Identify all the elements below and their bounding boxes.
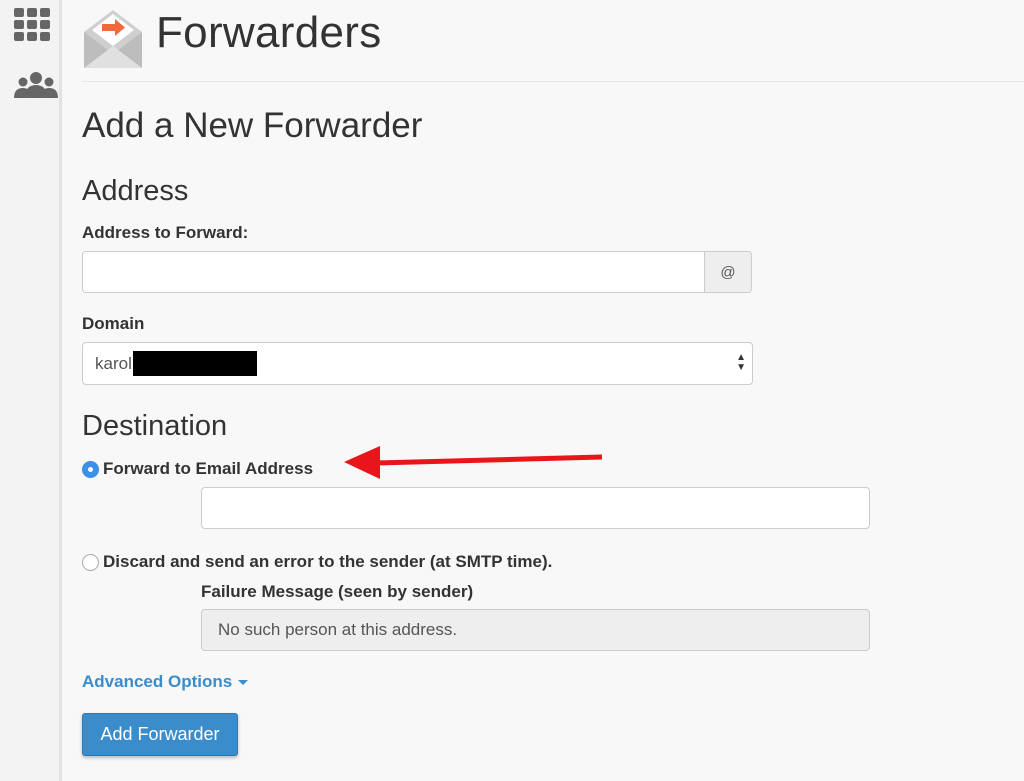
address-to-forward-label: Address to Forward:: [82, 223, 249, 242]
domain-select[interactable]: karol ▲ ▼: [82, 342, 753, 385]
caret-down-icon: [238, 680, 249, 686]
address-section-heading: Address: [82, 175, 189, 207]
main-content: Forwarders Add a New Forwarder Address A…: [82, 0, 1024, 756]
failure-message-input[interactable]: [201, 609, 870, 651]
forward-to-email-label: Forward to Email Address: [103, 459, 314, 478]
address-input-group: @: [82, 251, 752, 293]
advanced-options-link[interactable]: Advanced Options: [82, 672, 249, 692]
discard-option[interactable]: Discard and send an error to the sender …: [82, 552, 552, 572]
apps-grid-icon[interactable]: [14, 8, 52, 41]
select-arrows-icon: ▲ ▼: [736, 352, 746, 373]
domain-select-value: karol: [95, 353, 132, 373]
users-icon[interactable]: [14, 70, 58, 100]
forward-email-input[interactable]: [201, 487, 870, 529]
forward-to-email-option[interactable]: Forward to Email Address: [82, 459, 313, 479]
sidebar: [0, 0, 62, 781]
at-symbol-addon: @: [704, 251, 752, 293]
advanced-options-label: Advanced Options: [82, 672, 233, 691]
failure-message-label: Failure Message (seen by sender): [201, 582, 474, 601]
form-heading: Add a New Forwarder: [82, 106, 423, 145]
page-header: Forwarders: [82, 0, 1024, 82]
add-forwarder-button[interactable]: Add Forwarder: [82, 713, 238, 756]
domain-label: Domain: [82, 314, 145, 333]
discard-label: Discard and send an error to the sender …: [103, 552, 553, 571]
envelope-forward-icon: [84, 10, 142, 68]
discard-radio[interactable]: [82, 553, 99, 571]
red-arrow-annotation: [344, 446, 603, 479]
redacted-domain: [132, 351, 257, 376]
page-title: Forwarders: [156, 8, 382, 57]
address-to-forward-input[interactable]: [82, 251, 704, 293]
forward-to-email-radio[interactable]: [82, 460, 99, 478]
destination-section-heading: Destination: [82, 410, 228, 442]
